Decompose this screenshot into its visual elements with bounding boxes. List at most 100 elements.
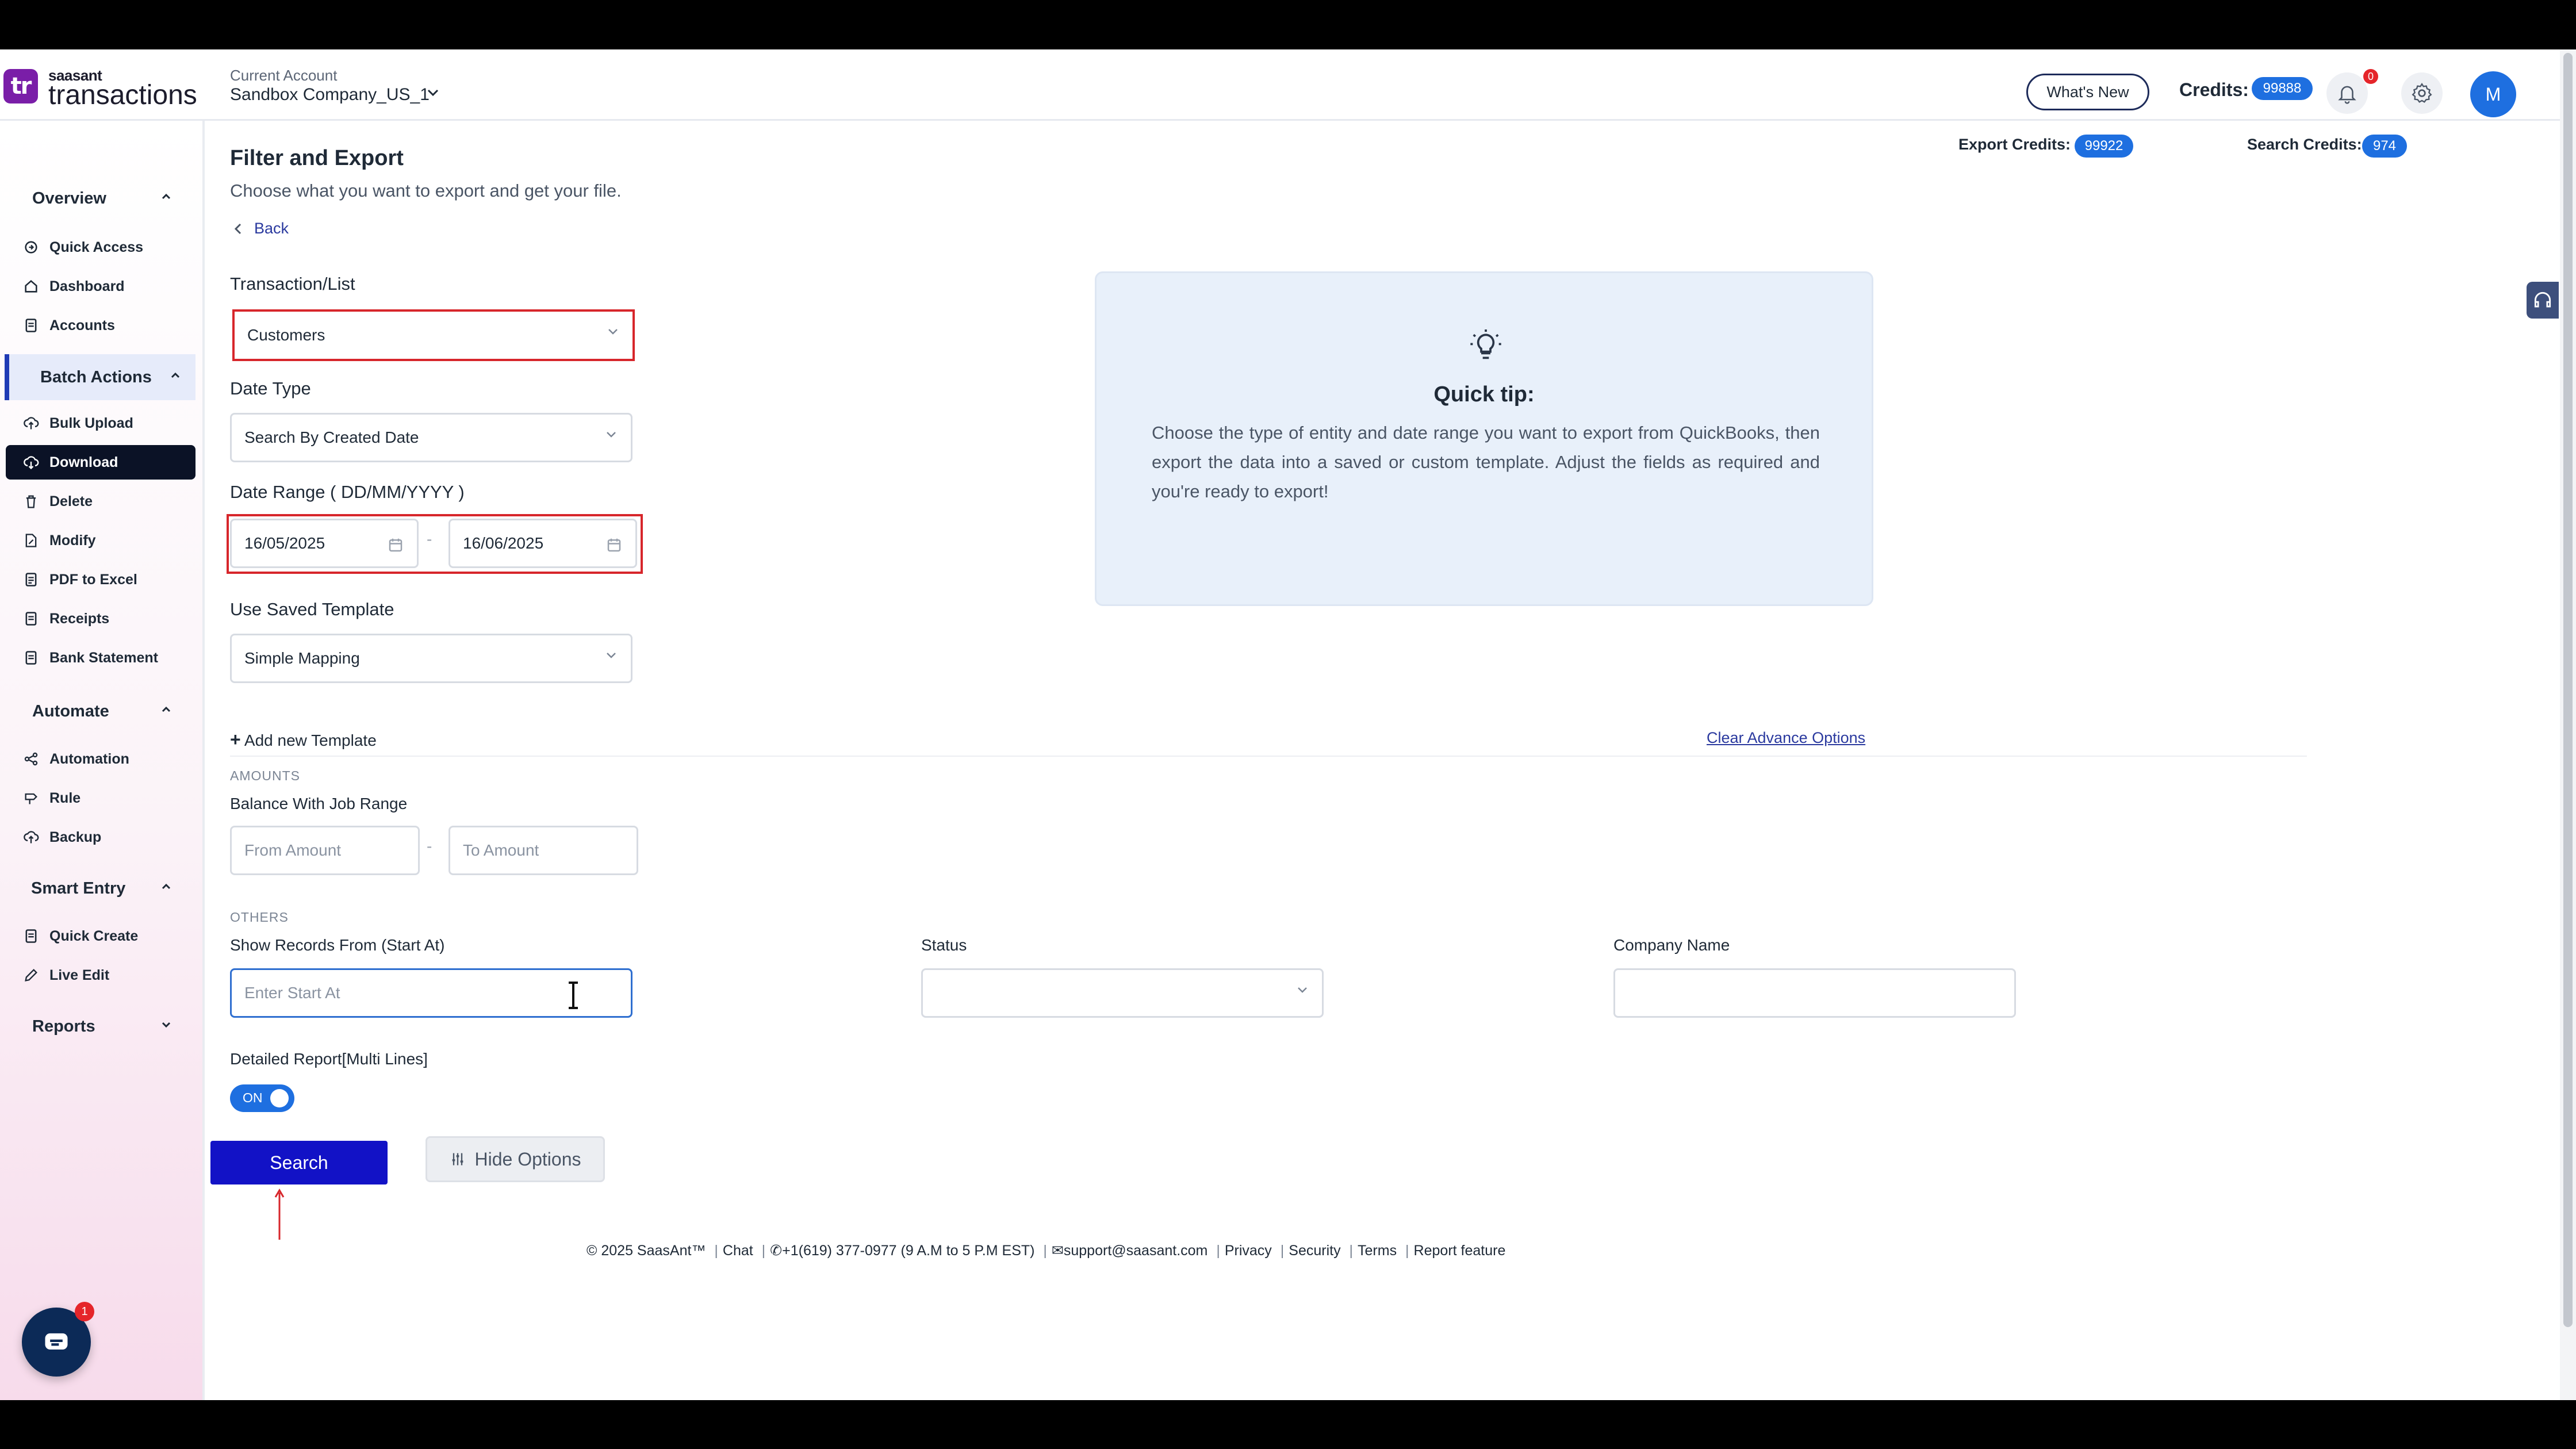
section-title: Batch Actions [40,367,152,386]
sidebar-divider [202,121,205,1400]
footer-report-feature-link[interactable]: Report feature [1414,1243,1506,1259]
footer-phone[interactable]: +1(619) 377-0977 (9 A.M to 5 P.M EST) [782,1243,1034,1259]
chevron-down-icon [160,1018,172,1034]
headset-icon [2534,292,2551,308]
date-from-input[interactable]: 16/05/2025 [230,519,419,568]
upload-icon [22,414,40,432]
search-button[interactable]: Search [210,1141,388,1184]
sliders-icon [452,1153,463,1166]
date-type-select[interactable]: Search By Created Date [230,413,632,462]
document-icon [22,316,40,335]
mail-icon: ✉ [1051,1243,1064,1259]
notifications-button[interactable] [2326,72,2368,114]
sidebar-item-label: PDF to Excel [49,571,137,588]
selected-value: Search By Created Date [244,428,419,446]
credits-badge: 99888 [2252,77,2313,100]
sidebar-item-label: Quick Access [49,239,144,255]
sidebar-item-label: Modify [49,532,96,549]
sidebar-item-pdf-to-excel[interactable]: PDF to Excel [6,562,195,597]
sidebar-item-quick-access[interactable]: Quick Access [6,230,195,264]
settings-button[interactable] [2401,72,2443,114]
logo-icon[interactable]: tr [3,69,38,103]
to-amount-input[interactable]: To Amount [448,826,638,875]
clear-advance-options-link[interactable]: Clear Advance Options [1707,729,1865,747]
edit-icon [22,531,40,550]
sidebar-item-delete[interactable]: Delete [6,484,195,519]
scrollbar-thumb[interactable] [2563,53,2573,1327]
hide-options-button[interactable]: Hide Options [425,1136,605,1182]
sidebar-item-dashboard[interactable]: Dashboard [6,269,195,304]
sidebar-item-receipts[interactable]: Receipts [6,601,195,636]
sidebar-section-automate[interactable]: Automate [0,691,195,731]
chevron-up-icon [169,369,182,385]
whats-new-button[interactable]: What's New [2026,74,2149,110]
selected-value: Customers [247,326,325,344]
transaction-list-select[interactable]: Customers [235,312,632,359]
sidebar-item-modify[interactable]: Modify [6,523,195,558]
balance-range-label: Balance With Job Range [230,795,408,812]
text-cursor-icon [569,982,578,1009]
date-to-input[interactable]: 16/06/2025 [448,519,637,568]
footer-privacy-link[interactable]: Privacy [1225,1243,1272,1259]
date-range-separator: - [427,530,432,548]
sidebar-section-smart-entry[interactable]: Smart Entry [0,868,195,908]
sidebar-item-bulk-upload[interactable]: Bulk Upload [6,406,195,440]
chevron-down-icon [606,324,620,342]
sidebar-section-reports[interactable]: Reports [0,1006,195,1046]
user-avatar[interactable]: M [2470,71,2516,117]
chevron-down-icon[interactable] [425,85,440,104]
account-selector[interactable]: Sandbox Company_US_1 [230,85,430,105]
sidebar-item-accounts[interactable]: Accounts [6,308,195,343]
back-label: Back [254,220,289,237]
chevron-up-icon [160,880,172,896]
plus-icon: + [230,729,241,750]
trash-icon [22,492,40,511]
statement-icon [22,649,40,667]
side-help-widget[interactable] [2527,282,2559,319]
footer-security-link[interactable]: Security [1289,1243,1340,1259]
company-name-input[interactable] [1613,968,2016,1018]
sidebar-item-quick-create[interactable]: Quick Create [6,919,195,953]
add-template-link[interactable]: + Add new Template [230,729,377,750]
quick-tip-text: Choose the type of entity and date range… [1152,423,1820,501]
sidebar-item-label: Live Edit [49,967,110,983]
saved-template-select[interactable]: Simple Mapping [230,634,632,683]
sidebar-item-rule[interactable]: Rule [6,781,195,815]
start-at-placeholder: Enter Start At [244,984,340,1002]
footer-chat-link[interactable]: Chat [723,1243,753,1259]
footer-terms-link[interactable]: Terms [1358,1243,1397,1259]
sidebar-section-overview[interactable]: Overview [0,178,195,218]
amount-range-separator: - [427,837,432,855]
status-select[interactable] [921,968,1324,1018]
start-at-input[interactable]: Enter Start At [230,968,632,1018]
section-title: Reports [32,1017,95,1036]
file-icon [22,570,40,589]
sidebar-item-live-edit[interactable]: Live Edit [6,958,195,992]
gear-icon [2412,83,2432,103]
divider [230,756,2307,757]
back-link[interactable]: Back [232,220,289,237]
sidebar-item-bank-statement[interactable]: Bank Statement [6,641,195,675]
detailed-report-toggle[interactable]: ON [230,1084,294,1112]
receipt-icon [22,610,40,628]
phone-icon: ✆ [770,1243,783,1259]
page-subtitle: Choose what you want to export and get y… [230,181,622,201]
saved-template-label: Use Saved Template [230,599,394,619]
sidebar-item-automation[interactable]: Automation [6,742,195,776]
sidebar-item-label: Backup [49,829,102,845]
date-from-value: 16/05/2025 [244,534,325,552]
from-amount-input[interactable]: From Amount [230,826,420,875]
sidebar-item-label: Quick Create [49,927,139,944]
sidebar-item-label: Receipts [49,610,110,627]
credits-label: Credits: [2179,79,2249,100]
status-label: Status [921,936,967,954]
sidebar-item-label: Bulk Upload [49,415,133,431]
sidebar-item-download[interactable]: Download [6,445,195,480]
calendar-icon [607,538,621,552]
add-template-label: Add new Template [244,731,377,749]
sidebar-section-batch-actions[interactable]: Batch Actions [5,354,195,400]
sidebar-item-backup[interactable]: Backup [6,820,195,854]
sidebar-item-label: Dashboard [49,278,125,294]
footer-email-link[interactable]: support@saasant.com [1064,1243,1208,1259]
calendar-icon [389,538,402,552]
